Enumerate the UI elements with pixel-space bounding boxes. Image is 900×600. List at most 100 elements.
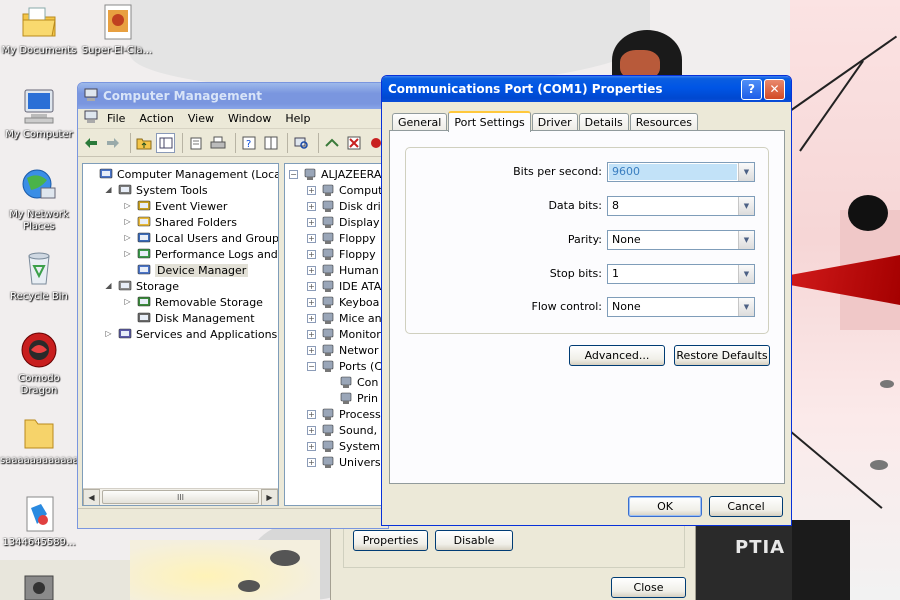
tree-expander-icon[interactable]: ▷ — [123, 249, 132, 259]
tree-item[interactable]: Disk Management — [123, 310, 255, 326]
ok-button[interactable]: OK — [628, 496, 702, 517]
tree-expander-icon[interactable]: + — [307, 297, 316, 307]
tree-horizontal-scrollbar[interactable]: ◀ III ▶ — [83, 488, 278, 505]
scroll-right-arrow-icon[interactable]: ▶ — [261, 489, 278, 505]
tree-item[interactable]: Device Manager — [123, 262, 249, 278]
device-tree-item[interactable]: + Floppy — [307, 246, 376, 262]
device-tree-item[interactable]: Prin — [325, 390, 378, 406]
properties-button[interactable]: Properties — [353, 530, 428, 551]
tab-general[interactable]: General — [392, 113, 448, 131]
menu-view[interactable]: View — [181, 112, 221, 125]
help-button[interactable]: ? — [741, 78, 762, 100]
device-tree-item[interactable]: + Display — [307, 214, 380, 230]
disable-button[interactable]: Disable — [435, 530, 513, 551]
desktop-icon-partial[interactable] — [0, 574, 78, 600]
device-tree-item[interactable]: + Disk driv — [307, 198, 383, 214]
tree-expander-icon[interactable]: + — [307, 217, 316, 227]
tab-port-settings[interactable]: Port Settings — [448, 111, 531, 132]
tree-item[interactable]: ▷ Removable Storage — [123, 294, 263, 310]
advanced-button[interactable]: Advanced... — [569, 345, 665, 366]
menu-action[interactable]: Action — [132, 112, 180, 125]
tree-expander-icon[interactable]: + — [307, 329, 316, 339]
chevron-down-icon[interactable]: ▼ — [738, 163, 754, 181]
field-dropdown[interactable]: None ▼ — [607, 230, 755, 250]
field-dropdown[interactable]: 9600 ▼ — [607, 162, 755, 182]
device-tree-item[interactable]: + Process — [307, 406, 381, 422]
device-tree-item[interactable]: + Keyboa — [307, 294, 379, 310]
tree-expander-icon[interactable]: ▷ — [123, 233, 132, 243]
print-icon[interactable] — [209, 133, 228, 153]
device-tree-item[interactable]: + Univers — [307, 454, 381, 470]
tab-details[interactable]: Details — [578, 113, 629, 131]
help-icon[interactable]: ? — [240, 133, 259, 153]
properties-icon[interactable] — [187, 133, 206, 153]
device-tree-item[interactable]: + Mice an — [307, 310, 382, 326]
menu-help[interactable]: Help — [278, 112, 317, 125]
forward-arrow-icon[interactable] — [104, 133, 123, 153]
tree-expander-icon[interactable]: + — [307, 233, 316, 243]
uninstall-icon[interactable] — [344, 133, 363, 153]
desktop-icon-recycle-bin[interactable]: Recycle Bin — [0, 248, 78, 303]
tab-driver[interactable]: Driver — [531, 113, 578, 131]
tree-expander-icon[interactable]: + — [307, 409, 316, 419]
tree-item[interactable]: ▷ Performance Logs and Alerts — [123, 246, 278, 262]
desktop-icon-comodo-dragon[interactable]: Comodo Dragon — [0, 330, 78, 397]
desktop-icon-folder-saaaa[interactable]: saaaaaaaaaaaa — [0, 412, 78, 467]
com1-titlebar[interactable]: Communications Port (COM1) Properties ? … — [382, 76, 791, 102]
menu-window[interactable]: Window — [221, 112, 278, 125]
chevron-down-icon[interactable]: ▼ — [738, 265, 754, 283]
tree-expander-icon[interactable]: ◢ — [104, 185, 113, 195]
scan-hardware-icon[interactable] — [292, 133, 311, 153]
menu-file[interactable]: File — [100, 112, 132, 125]
tree-expander-icon[interactable]: ▷ — [123, 201, 132, 211]
tree-item[interactable]: ◢ System Tools — [104, 182, 207, 198]
tree-item[interactable]: ▷ Services and Applications — [104, 326, 277, 342]
chevron-down-icon[interactable]: ▼ — [738, 298, 754, 316]
tree-expander-icon[interactable]: − — [289, 169, 298, 179]
tree-item[interactable]: ▷ Event Viewer — [123, 198, 227, 214]
tree-expander-icon[interactable]: ▷ — [123, 217, 132, 227]
tree-expander-icon[interactable]: ◢ — [104, 281, 113, 291]
tree-expander-icon[interactable]: − — [307, 361, 316, 371]
tree-item[interactable]: ◢ Storage — [104, 278, 179, 294]
device-tree-item[interactable]: − ALJAZEERA — [289, 166, 381, 182]
chevron-down-icon[interactable]: ▼ — [738, 231, 754, 249]
tree-expander-icon[interactable]: ▷ — [104, 329, 113, 339]
tree-expander-icon[interactable]: + — [307, 185, 316, 195]
close-icon[interactable]: ✕ — [764, 78, 785, 100]
device-tree-item[interactable]: + Sound, — [307, 422, 377, 438]
field-dropdown[interactable]: 8 ▼ — [607, 196, 755, 216]
close-button[interactable]: Close — [611, 577, 686, 598]
device-tree-item[interactable]: + Floppy — [307, 230, 376, 246]
tree-expander-icon[interactable]: + — [307, 457, 316, 467]
tree-expander-icon[interactable]: + — [307, 425, 316, 435]
tree-expander-icon[interactable]: ▷ — [123, 297, 132, 307]
back-arrow-icon[interactable] — [82, 133, 101, 153]
update-driver-icon[interactable] — [323, 133, 342, 153]
desktop-icon-my-network-places[interactable]: My Network Places — [0, 166, 78, 233]
show-hide-tree-icon[interactable] — [156, 132, 176, 153]
device-tree-item[interactable]: + Comput — [307, 182, 382, 198]
device-tree-item[interactable]: − Ports (C — [307, 358, 382, 374]
scroll-left-arrow-icon[interactable]: ◀ — [83, 489, 100, 505]
cancel-button[interactable]: Cancel — [709, 496, 783, 517]
tree-item[interactable]: ▷ Shared Folders — [123, 214, 237, 230]
up-folder-icon[interactable] — [134, 133, 153, 153]
device-tree-item[interactable]: + Monitor — [307, 326, 381, 342]
restore-defaults-button[interactable]: Restore Defaults — [674, 345, 770, 366]
tree-expander-icon[interactable]: + — [307, 265, 316, 275]
tree-item[interactable]: ▷ Local Users and Groups — [123, 230, 278, 246]
tree-expander-icon[interactable]: + — [307, 345, 316, 355]
device-tree-item[interactable]: + IDE ATA — [307, 278, 381, 294]
scroll-thumb[interactable]: III — [102, 490, 259, 504]
device-tree-item[interactable]: Con — [325, 374, 378, 390]
device-tree-item[interactable]: + Human — [307, 262, 379, 278]
field-dropdown[interactable]: None ▼ — [607, 297, 755, 317]
tree-expander-icon[interactable]: + — [307, 281, 316, 291]
desktop-icon-super-el-clasico[interactable]: Super-El-Cla... — [78, 2, 156, 57]
tab-resources[interactable]: Resources — [629, 113, 698, 131]
desktop-icon-my-computer[interactable]: My Computer — [0, 86, 78, 141]
device-tree-item[interactable]: + System — [307, 438, 380, 454]
computer-management-titlebar[interactable]: Computer Management — [78, 83, 388, 109]
tree-expander-icon[interactable]: + — [307, 201, 316, 211]
